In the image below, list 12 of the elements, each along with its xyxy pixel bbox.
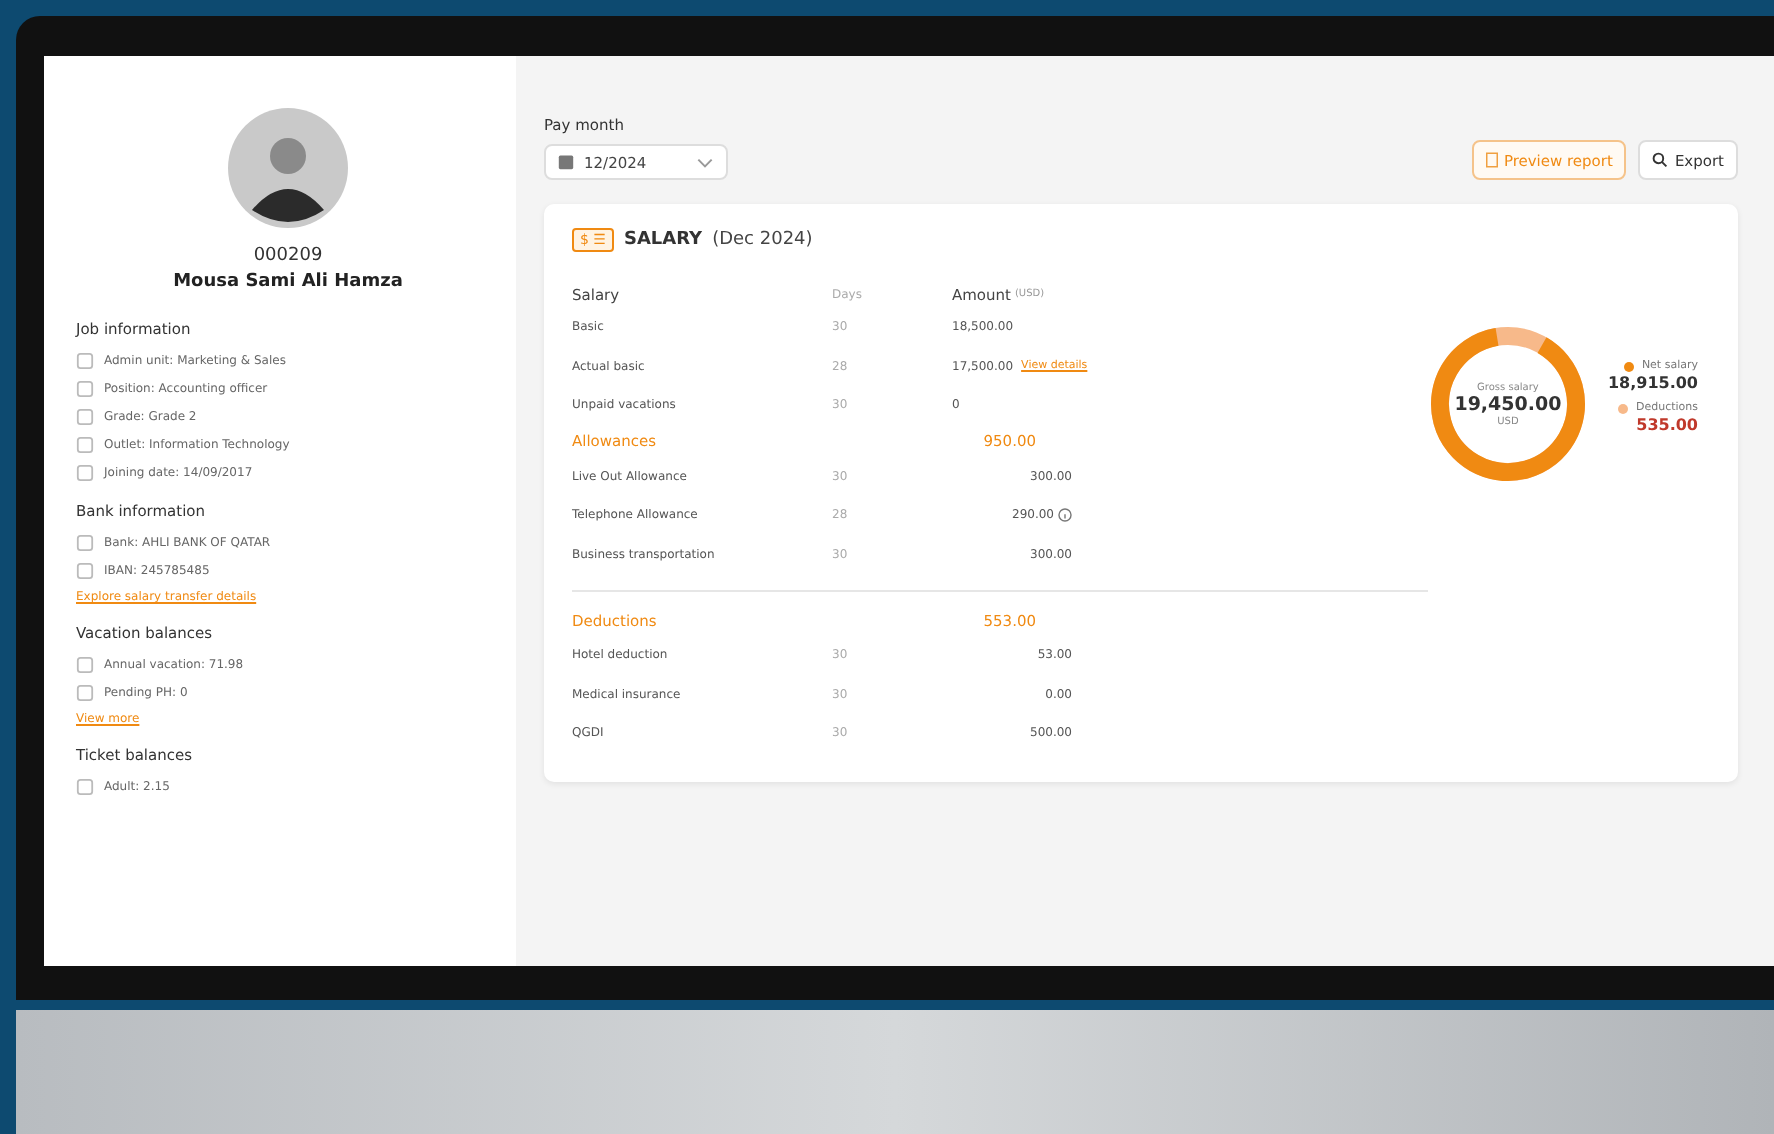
document-icon: [1485, 152, 1498, 168]
card-period: (Dec 2024): [712, 230, 813, 250]
employee-name: Mousa Sami Ali Hamza: [173, 272, 403, 292]
card-title: SALARY: [623, 230, 703, 250]
employee-id: 000209: [253, 246, 323, 266]
search-icon: [1652, 152, 1669, 168]
chevron-down-icon: [696, 157, 714, 167]
field-icon: [76, 778, 94, 796]
legend-value: 18,915.00: [1607, 374, 1698, 392]
legend-value: 535.00: [1636, 416, 1698, 434]
donut-value: 19,450.00: [1454, 393, 1562, 415]
avatar-icon: [228, 108, 348, 228]
